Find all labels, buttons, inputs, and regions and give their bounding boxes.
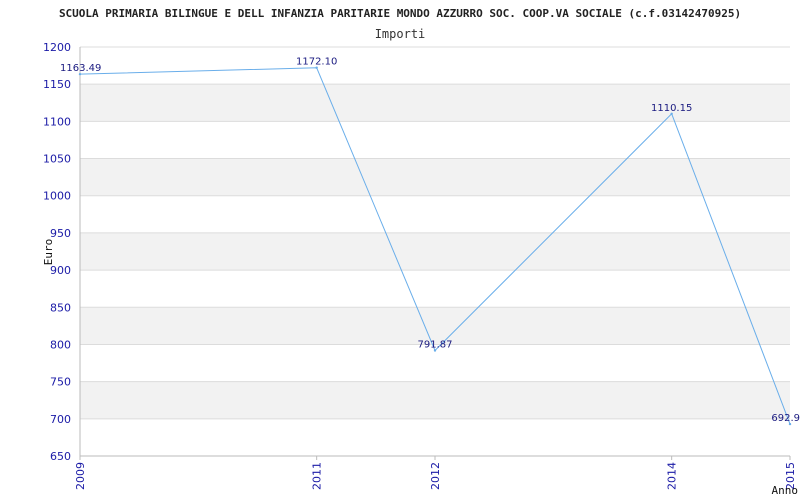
data-label: 1163.49: [60, 63, 101, 74]
y-tick-label: 1100: [43, 115, 71, 128]
data-label: 1110.15: [651, 103, 692, 114]
data-label: 692.9: [771, 413, 800, 424]
x-axis-label: Anno: [772, 484, 799, 497]
y-tick-label: 800: [50, 338, 71, 351]
x-tick-labels: 2009 2011 2012 2014 2015: [74, 456, 797, 490]
y-tick-label: 700: [50, 413, 71, 426]
y-tick-label: 1200: [43, 41, 71, 54]
y-tick-label: 850: [50, 301, 71, 314]
y-tick-label: 1050: [43, 153, 71, 166]
y-tick-label: 1150: [43, 78, 71, 91]
x-tick-label: 2011: [311, 462, 324, 490]
x-tick-label: 2014: [666, 462, 679, 490]
x-tick-label: 2012: [429, 462, 442, 490]
y-axis-label: Euro: [42, 239, 55, 266]
y-tick-label: 750: [50, 376, 71, 389]
line-chart: 6507007508008509009501000105011001150120…: [42, 7, 800, 497]
data-label: 791.87: [418, 340, 453, 351]
chart-container: 650 700 750 800 850 900 950 1000 1050 1100 1150 120…: [0, 0, 800, 500]
chart-subtitle: Importi: [375, 27, 426, 41]
grid-band: [80, 158, 790, 196]
data-label: 1172.10: [296, 57, 337, 68]
chart-title: SCUOLA PRIMARIA BILINGUE E DELL INFANZIA…: [59, 7, 741, 20]
grid-band: [80, 232, 790, 271]
y-tick-label: 650: [50, 450, 71, 463]
x-tick-label: 2009: [74, 462, 87, 490]
grid-bands: [80, 84, 790, 419]
y-tick-label: 1000: [43, 190, 71, 203]
grid-band: [80, 381, 790, 419]
y-tick-label: 950: [50, 227, 71, 240]
